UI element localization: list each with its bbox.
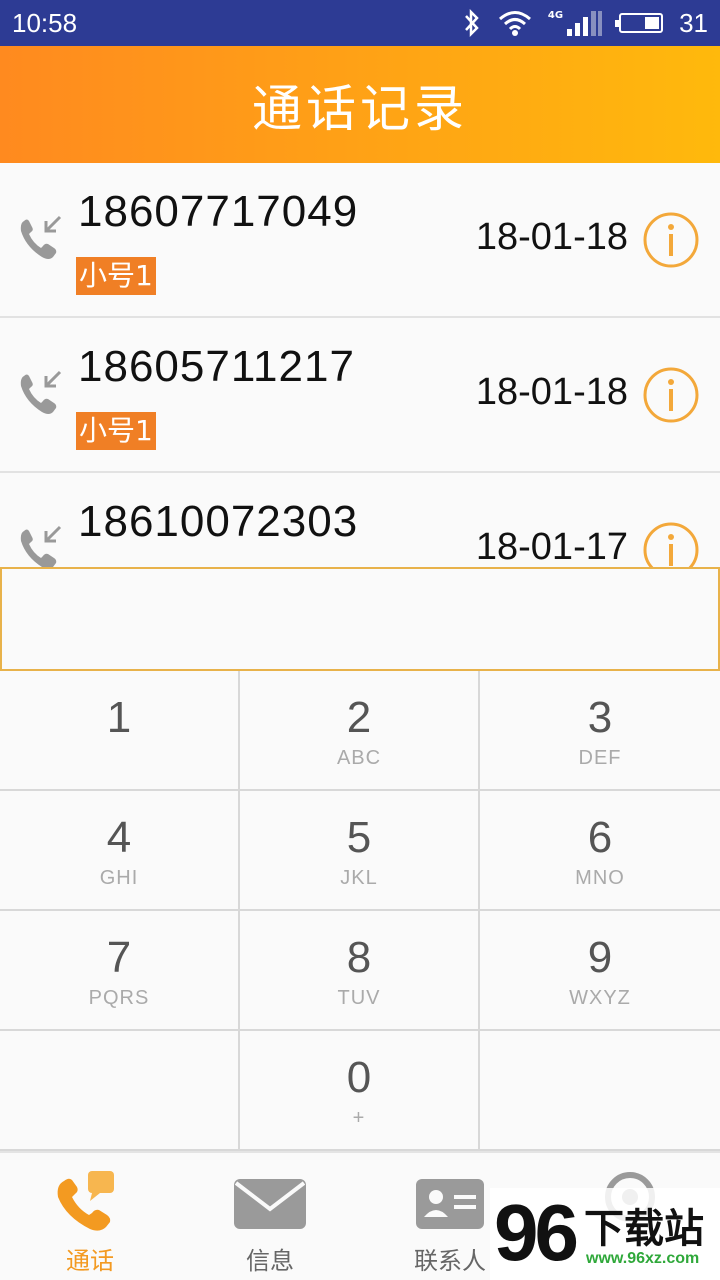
key-letters: ABC <box>336 747 382 769</box>
line-tag: 小号1 <box>76 257 156 295</box>
battery-level: 31 <box>679 7 708 38</box>
signal-icon <box>567 11 603 36</box>
key-digit: 7 <box>106 933 132 982</box>
status-bar: 10:58 4G 31 <box>0 0 720 46</box>
contact-card-icon <box>416 1179 484 1229</box>
nav-label: 通话 <box>66 1247 114 1275</box>
screen: 10:58 4G 31 通话记录 18607717049 小号1 18-01-1… <box>0 0 720 1280</box>
watermark-number-text: 96 <box>494 1188 579 1277</box>
call-number: 18607717049 <box>78 187 359 236</box>
key-hash[interactable] <box>480 1031 720 1151</box>
call-log-row[interactable]: 18605711217 小号1 18-01-18 <box>0 318 720 473</box>
call-date: 18-01-18 <box>475 371 628 413</box>
network-type: 4G <box>547 9 564 21</box>
key-letters: PQRS <box>88 987 150 1009</box>
info-icon[interactable] <box>642 521 700 568</box>
battery-icon <box>615 13 664 33</box>
key-5[interactable]: 5 JKL <box>240 791 480 911</box>
call-date: 18-01-18 <box>475 216 628 258</box>
key-9[interactable]: 9 WXYZ <box>480 911 720 1031</box>
call-number: 18605711217 <box>78 342 355 391</box>
key-digit: 0 <box>346 1053 372 1102</box>
key-letters: JKL <box>340 867 378 889</box>
key-letters: WXYZ <box>569 987 631 1009</box>
call-log-list[interactable]: 18607717049 小号1 18-01-18 18605711217 小号1… <box>0 163 720 568</box>
call-log-row[interactable]: 18607717049 小号1 18-01-18 <box>0 163 720 318</box>
key-digit: 1 <box>106 693 132 742</box>
info-icon[interactable] <box>642 211 700 269</box>
envelope-icon <box>234 1179 306 1229</box>
info-icon[interactable] <box>642 366 700 424</box>
key-digit: 6 <box>587 813 613 862</box>
key-letters: GHI <box>99 867 139 889</box>
key-3[interactable]: 3 DEF <box>480 671 720 791</box>
key-letters: DEF <box>578 747 622 769</box>
page-title: 通话记录 <box>252 79 468 138</box>
key-6[interactable]: 6 MNO <box>480 791 720 911</box>
call-log-row[interactable]: 18610072303 18-01-17 <box>0 473 720 568</box>
key-letters: TUV <box>337 987 381 1009</box>
call-date: 18-01-17 <box>475 526 628 568</box>
key-digit: 5 <box>346 813 372 862</box>
status-icons: 4G 31 <box>462 8 708 39</box>
call-number: 18610072303 <box>78 497 359 546</box>
dial-number-input[interactable] <box>0 567 720 671</box>
phone-chat-icon <box>57 1171 114 1231</box>
key-digit: 3 <box>587 693 613 742</box>
key-0[interactable]: 0 + <box>240 1031 480 1151</box>
nav-calls[interactable]: 通话 <box>0 1153 180 1280</box>
watermark-number: 96 <box>494 1188 579 1278</box>
line-tag: 小号1 <box>76 412 156 450</box>
key-letters: MNO <box>575 867 625 889</box>
key-digit: 8 <box>346 933 372 982</box>
key-8[interactable]: 8 TUV <box>240 911 480 1031</box>
incoming-call-icon <box>20 370 62 414</box>
status-time: 10:58 <box>12 7 78 38</box>
watermark-logo: 96 下载站 www.96xz.com <box>490 1188 720 1280</box>
key-2[interactable]: 2 ABC <box>240 671 480 791</box>
wifi-icon <box>498 11 531 36</box>
incoming-call-icon <box>20 525 62 568</box>
key-7[interactable]: 7 PQRS <box>0 911 240 1031</box>
key-letters: + <box>352 1107 366 1129</box>
nav-messages[interactable]: 信息 <box>180 1153 360 1280</box>
key-1[interactable]: 1 <box>0 671 240 791</box>
key-digit: 4 <box>106 813 132 862</box>
watermark-url: www.96xz.com <box>586 1250 700 1267</box>
watermark-brand: 下载站 <box>584 1206 704 1252</box>
nav-label: 信息 <box>246 1247 294 1275</box>
key-star[interactable] <box>0 1031 240 1151</box>
key-digit: 2 <box>346 693 372 742</box>
key-4[interactable]: 4 GHI <box>0 791 240 911</box>
bluetooth-icon <box>464 9 479 37</box>
dial-keypad: 1 2 ABC 3 DEF 4 GHI 5 JKL 6 MNO 7 PQRS 8 TUV 9 W… <box>0 671 720 1151</box>
incoming-call-icon <box>20 215 62 259</box>
key-digit: 9 <box>587 933 613 982</box>
header: 通话记录 <box>0 46 720 163</box>
